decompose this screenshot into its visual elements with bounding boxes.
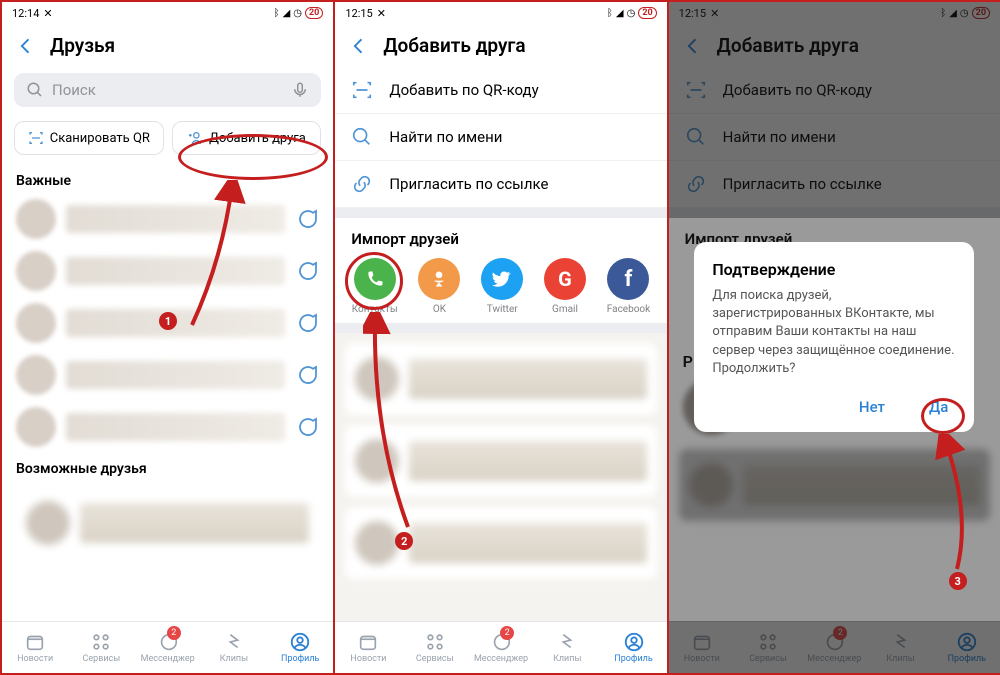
section-divider (335, 208, 666, 218)
services-icon (424, 631, 446, 653)
dialog-title: Подтверждение (712, 260, 956, 279)
volume-off-icon: ✕ (377, 7, 386, 20)
friend-row[interactable] (2, 245, 333, 297)
add-user-icon (187, 130, 203, 146)
menu-label: Пригласить по ссылке (389, 175, 548, 193)
facebook-icon: f (625, 267, 633, 292)
phone-icon (365, 269, 385, 289)
import-twitter[interactable]: Twitter (481, 258, 523, 315)
profile-icon (623, 631, 645, 653)
annotation-step-1: 1 (159, 312, 177, 330)
back-icon[interactable] (349, 36, 369, 56)
confirm-dialog: Подтверждение Для поиска друзей, зарегис… (694, 242, 974, 432)
battery-badge: 20 (305, 7, 323, 19)
friend-row[interactable] (2, 401, 333, 453)
message-icon[interactable] (295, 311, 319, 335)
import-ok[interactable]: OK (418, 258, 460, 315)
panel-1-friends: 12:14 ✕ ᛒ ◢ ◷ 20 Друзья Поиск Сканировать… (0, 0, 333, 675)
clips-icon (556, 631, 578, 653)
nav-clips[interactable]: Клипы (534, 622, 600, 673)
bottom-nav: Новости Сервисы Мессенджер2 Клипы Профил… (335, 621, 666, 673)
nav-messenger[interactable]: Мессенджер2 (135, 622, 201, 673)
menu-block: Добавить по QR-коду Найти по имени Пригл… (335, 67, 666, 208)
volume-off-icon: ✕ (43, 7, 52, 20)
import-facebook[interactable]: fFacebook (607, 258, 650, 315)
suggestion-card[interactable] (345, 425, 656, 497)
search-icon (351, 126, 373, 148)
header: Добавить друга (335, 24, 666, 67)
nav-services[interactable]: Сервисы (68, 622, 134, 673)
nav-profile[interactable]: Профиль (267, 622, 333, 673)
link-icon (351, 173, 373, 195)
modal-overlay: Подтверждение Для поиска друзей, зарегис… (669, 2, 1000, 673)
section-possible: Возможные друзья (2, 453, 333, 481)
suggestion-card[interactable] (16, 487, 319, 559)
nav-badge: 2 (167, 626, 181, 640)
friend-row[interactable] (2, 349, 333, 401)
dialog-yes-button[interactable]: Да (921, 392, 956, 422)
twitter-icon (492, 269, 512, 289)
dialog-body: Для поиска друзей, зарегистрированных ВК… (712, 287, 956, 378)
page-title: Друзья (50, 34, 115, 57)
add-friend-button[interactable]: Добавить друга (172, 121, 322, 155)
recommendations-list (335, 333, 666, 621)
wifi-icon: ◷ (293, 8, 302, 19)
search-input[interactable]: Поиск (14, 73, 321, 107)
suggestion-card[interactable] (345, 507, 656, 579)
qr-scan-icon (28, 130, 44, 146)
nav-news[interactable]: Новости (335, 622, 401, 673)
dialog-no-button[interactable]: Нет (851, 392, 893, 422)
menu-invite-link[interactable]: Пригласить по ссылке (335, 161, 666, 208)
bluetooth-icon: ᛒ (274, 8, 280, 19)
menu-label: Добавить по QR-коду (389, 81, 538, 99)
message-icon[interactable] (295, 415, 319, 439)
profile-icon (289, 631, 311, 653)
status-time: 12:15 (345, 7, 372, 20)
add-friend-label: Добавить друга (209, 131, 306, 146)
message-icon[interactable] (295, 259, 319, 283)
nav-profile[interactable]: Профиль (600, 622, 666, 673)
news-icon (357, 631, 379, 653)
menu-find-by-name[interactable]: Найти по имени (335, 114, 666, 161)
search-placeholder: Поиск (52, 81, 96, 99)
nav-messenger[interactable]: Мессенджер2 (468, 622, 534, 673)
section-important: Важные (2, 165, 333, 193)
qr-scan-icon (351, 79, 373, 101)
panel-3-confirm: 12:15✕ ᛒ◢◷20 Добавить друга Добавить по … (667, 0, 1000, 675)
services-icon (90, 631, 112, 653)
search-icon (26, 81, 44, 99)
status-time: 12:14 (12, 7, 39, 20)
panel-2-add-friend: 12:15✕ ᛒ◢◷20 Добавить друга Добавить по … (333, 0, 666, 675)
friend-row[interactable] (2, 193, 333, 245)
import-contacts[interactable]: Контакты (352, 258, 398, 315)
nav-services[interactable]: Сервисы (402, 622, 468, 673)
page-title: Добавить друга (383, 34, 525, 57)
nav-news[interactable]: Новости (2, 622, 68, 673)
status-bar: 12:14 ✕ ᛒ ◢ ◷ 20 (2, 2, 333, 24)
message-icon[interactable] (295, 207, 319, 231)
message-icon[interactable] (295, 363, 319, 387)
import-sources-row: Контакты OK Twitter GGmail fFacebook (335, 254, 666, 323)
menu-label: Найти по имени (389, 128, 502, 146)
back-icon[interactable] (16, 36, 36, 56)
scan-qr-label: Сканировать QR (50, 131, 150, 146)
menu-add-by-qr[interactable]: Добавить по QR-коду (335, 67, 666, 114)
header: Друзья (2, 24, 333, 67)
nav-clips[interactable]: Клипы (201, 622, 267, 673)
gmail-icon: G (558, 267, 572, 291)
mic-icon[interactable] (291, 81, 309, 99)
ok-icon (429, 269, 449, 289)
suggestion-card[interactable] (345, 343, 656, 415)
signal-icon: ◢ (283, 8, 291, 19)
bottom-nav: Новости Сервисы Мессенджер2 Клипы Профил… (2, 621, 333, 673)
action-row: Сканировать QR Добавить друга (2, 117, 333, 165)
import-title: Импорт друзей (335, 218, 666, 254)
annotation-step-3: 3 (949, 572, 967, 590)
news-icon (24, 631, 46, 653)
scan-qr-button[interactable]: Сканировать QR (14, 121, 164, 155)
section-divider (335, 323, 666, 333)
status-bar: 12:15✕ ᛒ◢◷20 (335, 2, 666, 24)
import-gmail[interactable]: GGmail (544, 258, 586, 315)
clips-icon (223, 631, 245, 653)
